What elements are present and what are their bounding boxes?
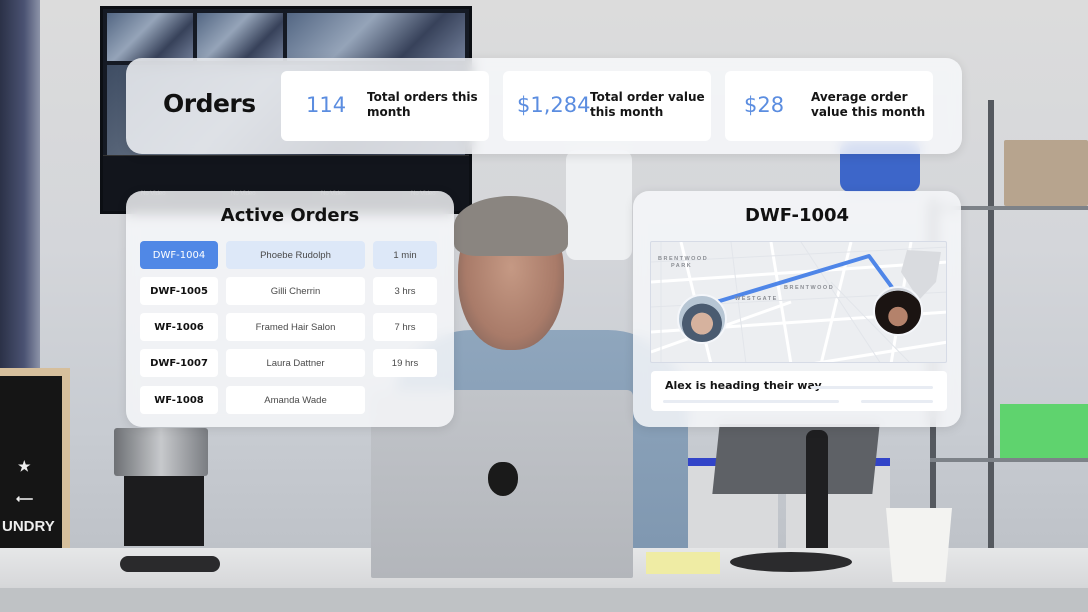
placeholder-line [811, 386, 933, 389]
order-row[interactable]: DWF-1007 Laura Dattner 19 hrs [140, 349, 438, 377]
camera-feed [107, 13, 193, 61]
order-row[interactable]: DWF-1005 Gilli Cherrin 3 hrs [140, 277, 438, 305]
order-customer[interactable]: Amanda Wade [226, 386, 365, 414]
letterboard-text: UNDRY [2, 518, 55, 535]
active-orders-title: Active Orders [220, 205, 360, 226]
tablet-stand [806, 430, 828, 558]
letter-board: ★ ⟵ UNDRY [0, 368, 70, 558]
delivery-status-text: Alex is heading their way [665, 379, 822, 392]
order-id[interactable]: DWF-1004 [140, 241, 218, 269]
order-detail-title: DWF-1004 [744, 205, 850, 226]
delivery-status-card: Alex is heading their way [651, 371, 947, 411]
stand-base [730, 552, 852, 572]
map-label: BRENTWOOD [784, 285, 835, 291]
stat-label: Total order value this month [590, 90, 705, 119]
shelf-post [988, 100, 994, 560]
tablet [712, 424, 880, 494]
shelf [930, 458, 1088, 462]
order-time[interactable]: 3 hrs [373, 277, 437, 305]
order-customer[interactable]: Gilli Cherrin [226, 277, 365, 305]
order-id[interactable]: DWF-1005 [140, 277, 218, 305]
orders-title: Orders [163, 89, 256, 118]
courier-avatar[interactable] [677, 294, 727, 344]
stat-value: $28 [744, 93, 785, 117]
person-hair [454, 196, 568, 256]
stat-card-average-value[interactable]: $28 Average order value this month [725, 71, 933, 141]
map-label: BRENTWOOD [658, 256, 709, 262]
green-bin [1000, 404, 1088, 458]
order-id[interactable]: DWF-1007 [140, 349, 218, 377]
remote-control [120, 556, 220, 572]
coffee-maker [114, 428, 208, 546]
orders-summary-panel: Orders 114 Total orders this month $1,28… [126, 58, 962, 154]
stat-label: Average order value this month [811, 90, 926, 119]
order-customer[interactable]: Phoebe Rudolph [226, 241, 365, 269]
paper-cup [886, 508, 952, 582]
camera-feed [197, 13, 283, 61]
detergent-bottle [566, 150, 632, 260]
stat-value: $1,284 [517, 93, 591, 117]
order-time[interactable]: 1 min [373, 241, 437, 269]
map-label: PARK [671, 263, 693, 269]
cardboard-box [1004, 140, 1088, 206]
apple-logo-icon [488, 462, 518, 496]
order-time[interactable]: 19 hrs [373, 349, 437, 377]
stat-card-total-orders[interactable]: 114 Total orders this month [281, 71, 489, 141]
order-row[interactable]: WF-1006 Framed Hair Salon 7 hrs [140, 313, 438, 341]
order-row-selected[interactable]: DWF-1004 Phoebe Rudolph 1 min [140, 241, 438, 269]
order-customer[interactable]: Laura Dattner [226, 349, 365, 377]
arrow-glyph: ⟵ [16, 492, 34, 506]
camera-feed [287, 13, 465, 61]
placeholder-line [861, 400, 933, 403]
counter-edge [0, 588, 1088, 612]
order-customer[interactable]: Framed Hair Salon [226, 313, 365, 341]
stat-value: 114 [306, 93, 347, 117]
order-time[interactable]: 7 hrs [373, 313, 437, 341]
customer-avatar[interactable] [873, 286, 923, 336]
stat-label: Total orders this month [367, 90, 478, 119]
placeholder-line [663, 400, 839, 403]
delivery-map[interactable]: BRENTWOOD PARK BRENTWOOD WESTGATE [650, 241, 947, 363]
order-id[interactable]: WF-1006 [140, 313, 218, 341]
map-label: WESTGATE [735, 296, 778, 302]
order-detail-panel: DWF-1004 BRENTWOOD PARK BRENTWOOD WESTGA… [633, 191, 961, 427]
route-line [702, 254, 896, 308]
order-row[interactable]: WF-1008 Amanda Wade [140, 386, 438, 414]
active-orders-panel: Active Orders DWF-1004 Phoebe Rudolph 1 … [126, 191, 454, 427]
order-id[interactable]: WF-1008 [140, 386, 218, 414]
sticky-notes [646, 552, 720, 574]
stat-card-total-value[interactable]: $1,284 Total order value this month [503, 71, 711, 141]
star-glyph: ★ [18, 458, 31, 474]
